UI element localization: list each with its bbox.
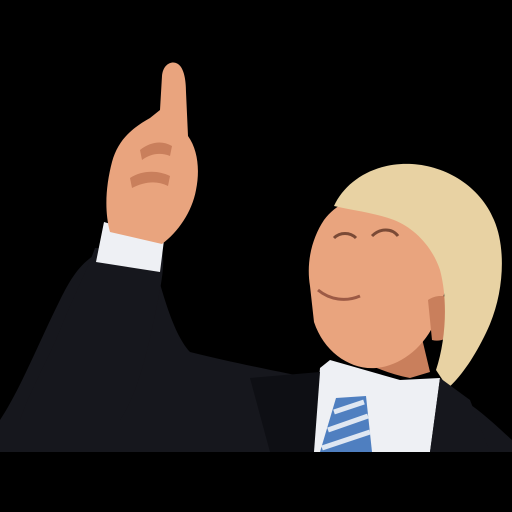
photo-scene [0,0,512,512]
photo-canvas [0,0,512,512]
